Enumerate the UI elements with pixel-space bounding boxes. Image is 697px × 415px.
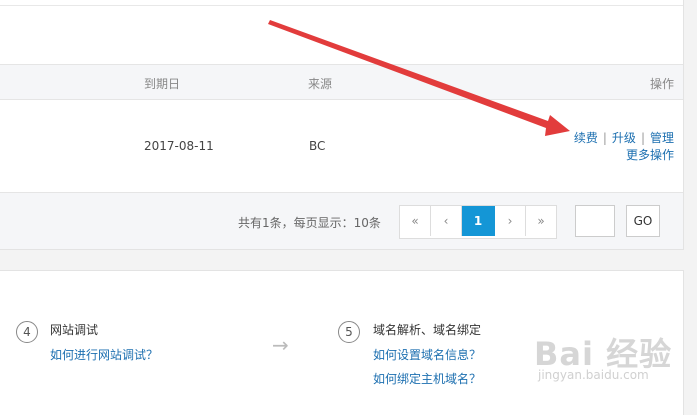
top-strip <box>0 0 683 6</box>
ops-line-1: 续费 | 升级 | 管理 <box>574 130 674 147</box>
step-5-link-dns[interactable]: 如何设置域名信息？ <box>373 346 481 363</box>
header-operations: 操作 <box>649 77 674 91</box>
table-header: 到期日 来源 操作 <box>0 64 683 100</box>
upgrade-link[interactable]: 升级 <box>612 131 636 145</box>
step-4-title: 网站调试 <box>50 323 99 337</box>
watermark-url: jingyan.baidu.com <box>538 368 649 382</box>
row-expiry-date: 2017-08-11 <box>144 139 214 153</box>
page-1-button[interactable]: 1 <box>462 206 495 236</box>
header-expiry-date: 到期日 <box>144 77 181 91</box>
ops-separator: | <box>640 131 645 145</box>
step-5-title: 域名解析、域名绑定 <box>373 323 482 337</box>
arrow-right-icon: → <box>272 333 289 357</box>
pagination-summary: 共有1条，每页显示：10条 <box>238 216 381 230</box>
first-page-button[interactable]: « <box>400 206 431 236</box>
prev-page-button[interactable]: ‹ <box>431 206 462 236</box>
next-page-button[interactable]: › <box>495 206 526 236</box>
ops-separator: | <box>602 131 607 145</box>
row-source: BC <box>309 139 326 153</box>
manage-link[interactable]: 管理 <box>650 131 674 145</box>
step-5-link-bind[interactable]: 如何绑定主机域名？ <box>373 370 481 387</box>
ops-line-2: 更多操作 <box>574 147 674 164</box>
step-4-link-debug[interactable]: 如何进行网站调试？ <box>50 346 158 363</box>
table-row: 2017-08-11 BC 续费 | 升级 | 管理 更多操作 <box>0 100 683 192</box>
domain-list-card: 到期日 来源 操作 2017-08-11 BC 续费 | 升级 | 管理 更多操作 共有… <box>0 0 684 250</box>
go-button[interactable]: GO <box>626 205 660 237</box>
step-5-number-icon: 5 <box>338 321 360 343</box>
row-operations: 续费 | 升级 | 管理 更多操作 <box>574 130 674 164</box>
renew-link[interactable]: 续费 <box>574 131 598 145</box>
page: 到期日 来源 操作 2017-08-11 BC 续费 | 升级 | 管理 更多操作 共有… <box>0 0 697 415</box>
pagination-bar: 共有1条，每页显示：10条 « ‹ 1 › » GO <box>0 192 683 249</box>
last-page-button[interactable]: » <box>526 206 556 236</box>
header-source: 来源 <box>308 77 333 91</box>
pagination: « ‹ 1 › » <box>399 205 557 239</box>
more-actions-link[interactable]: 更多操作 <box>626 148 674 162</box>
step-4-number-icon: 4 <box>16 321 38 343</box>
page-number-input[interactable] <box>575 205 615 237</box>
